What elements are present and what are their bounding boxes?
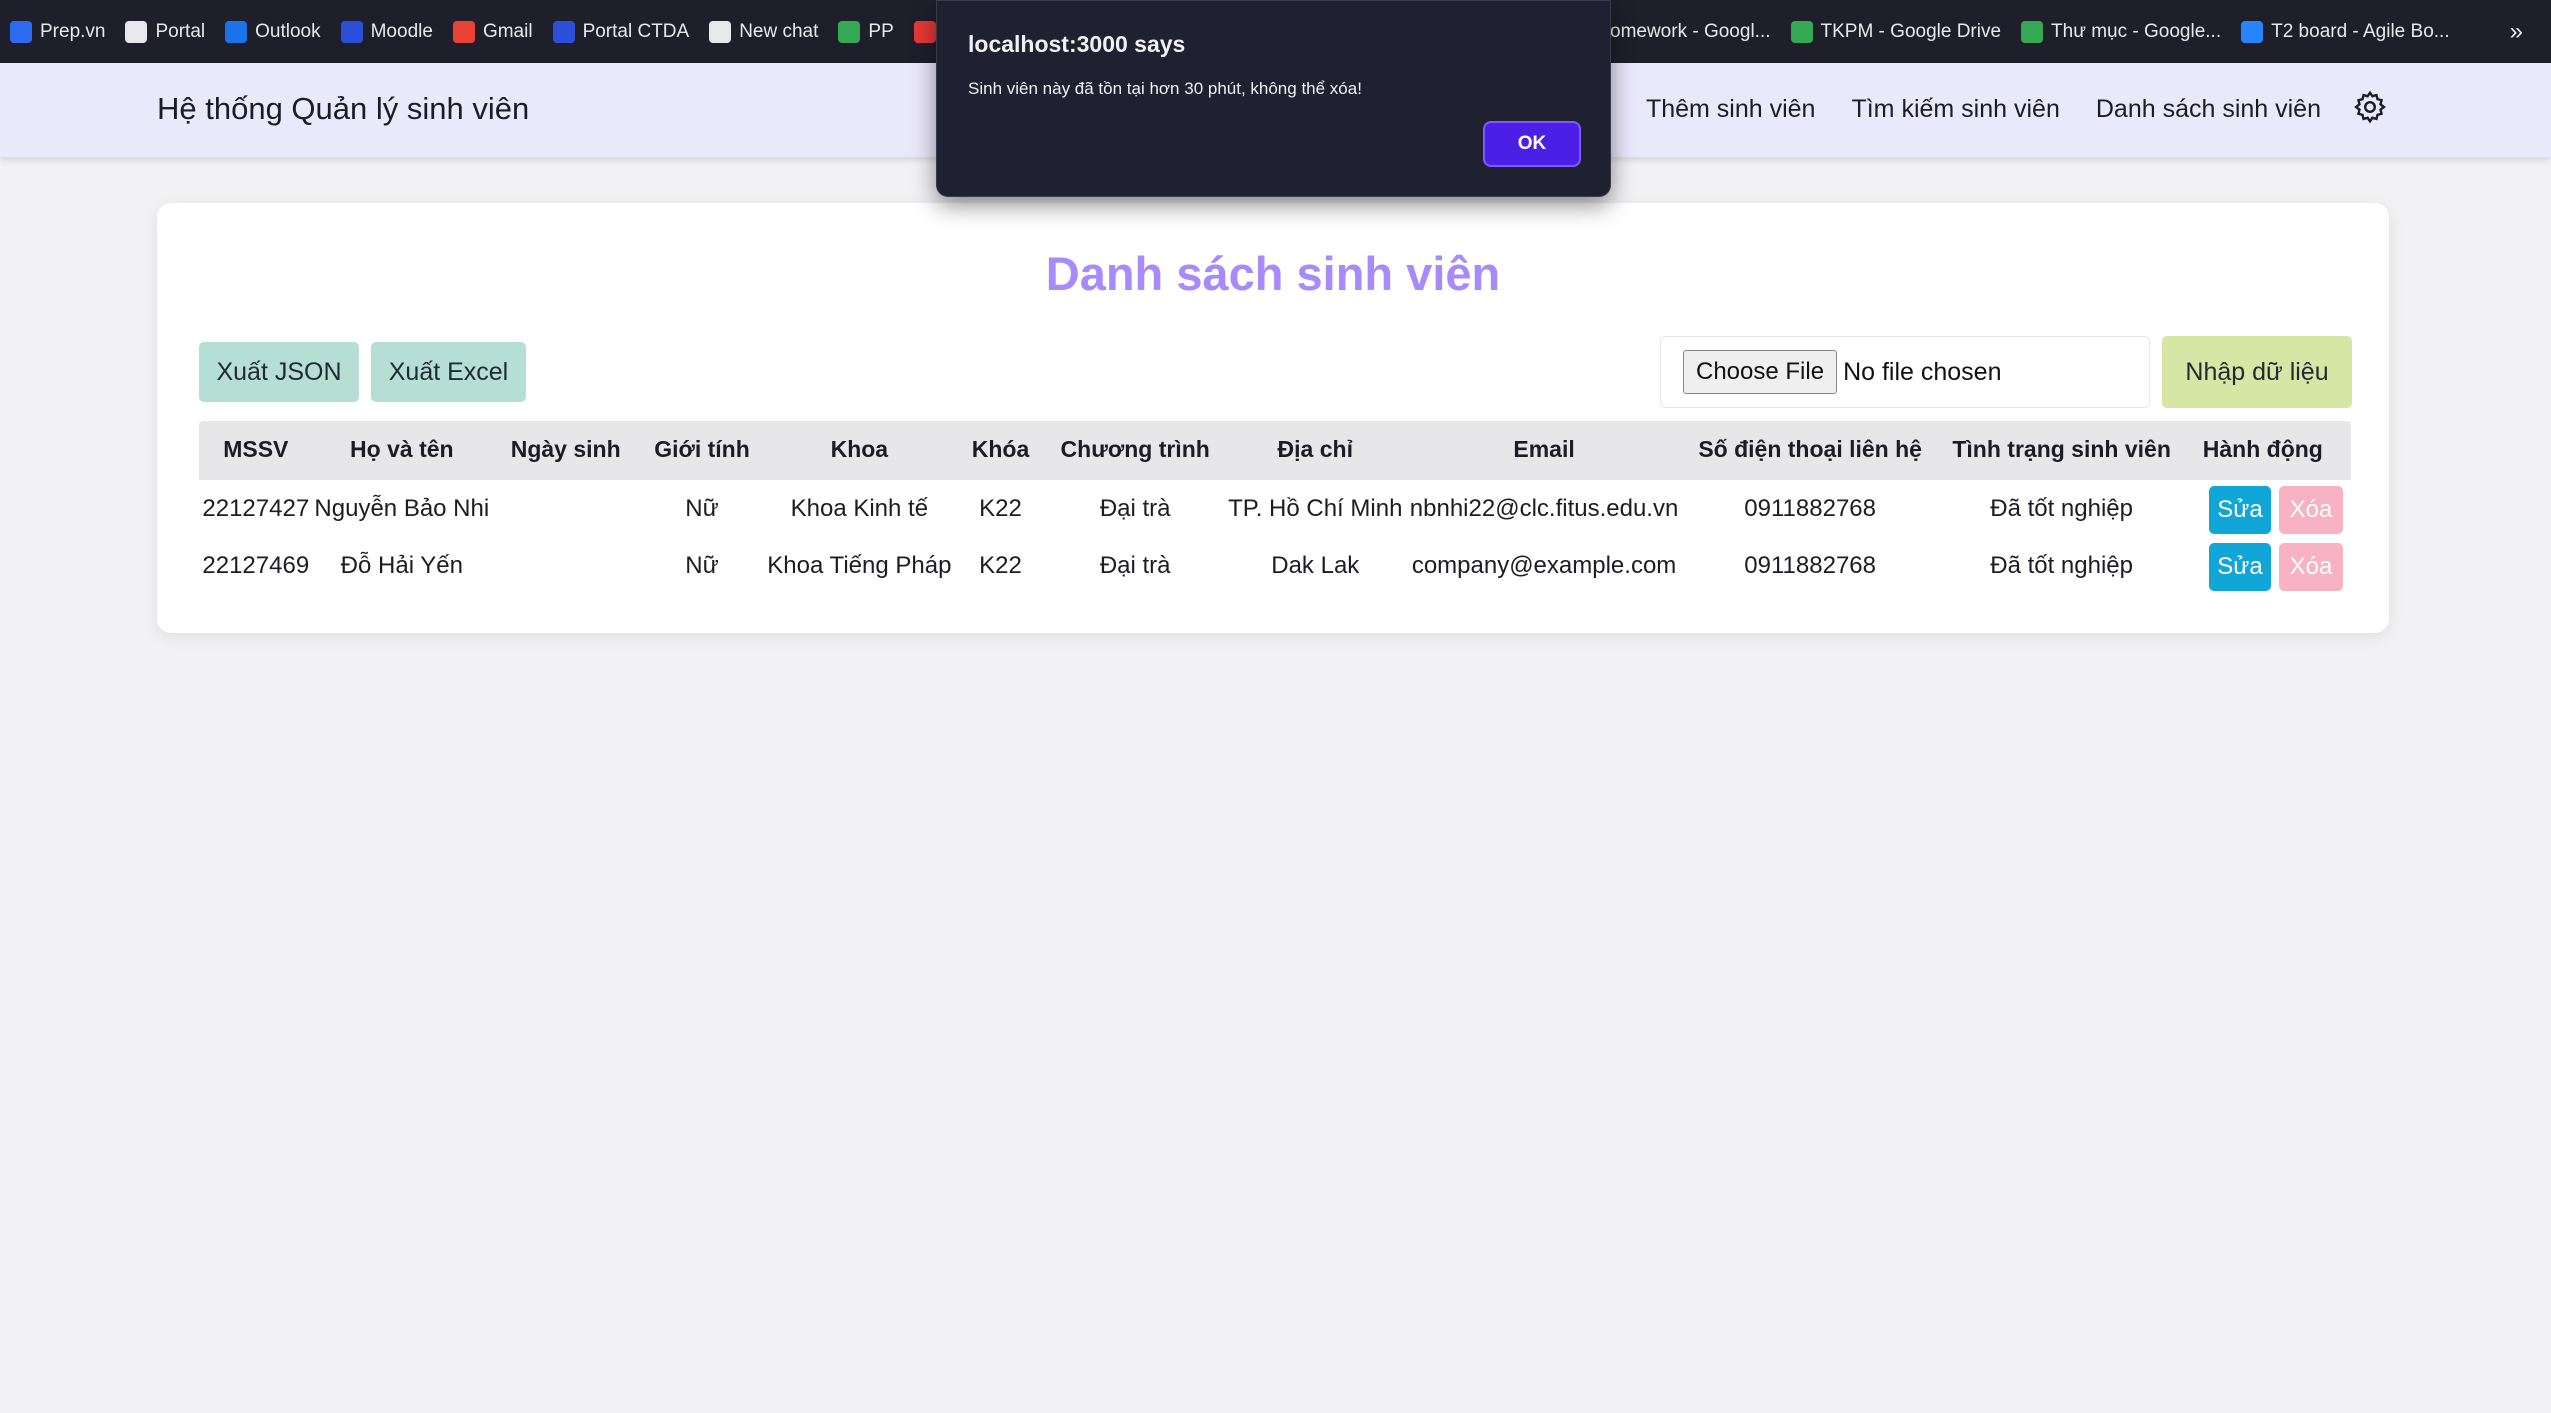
bookmark-label: Portal CTDA xyxy=(582,20,690,42)
column-header: Khoa xyxy=(830,436,889,462)
dialog-ok-button[interactable]: OK xyxy=(1483,121,1581,167)
table-cell: Nguyễn Bảo Nhi xyxy=(314,495,490,522)
table-cell: Nữ xyxy=(685,552,719,579)
file-status: No file chosen xyxy=(1843,357,2002,386)
export-json-button[interactable]: Xuất JSON xyxy=(199,342,359,402)
table-cell: 22127469 xyxy=(202,552,310,579)
table-cell: 0911882768 xyxy=(1744,495,1876,522)
dialog-message: Sinh viên này đã tồn tại hơn 30 phút, kh… xyxy=(968,79,1362,98)
chatgpt-icon xyxy=(709,20,732,43)
table-row: 22127469 Đỗ Hải Yến Nữ Khoa Tiếng Pháp K22 Đạ… xyxy=(199,537,2351,594)
file-input[interactable]: Choose File No file chosen xyxy=(1660,336,2150,408)
bookmark-label: New chat xyxy=(739,20,819,42)
column-header: Họ và tên xyxy=(350,436,454,462)
bookmark-label: T2 board - Agile Bo... xyxy=(2271,20,2450,42)
bookmarks-more-icon[interactable]: » xyxy=(2510,18,2523,46)
alert-dialog: localhost:3000 says Sinh viên này đã tồn… xyxy=(936,0,1611,197)
page-title: Danh sách sinh viên xyxy=(1045,247,1501,300)
bookmark-right-0[interactable]: omework - Googl... xyxy=(1610,21,1771,43)
column-header: Email xyxy=(1513,436,1575,462)
bookmark-1[interactable]: Portal xyxy=(125,20,206,43)
table-row: 22127427 Nguyễn Bảo Nhi Nữ Khoa Kinh tế K22 Đ… xyxy=(199,480,2351,537)
table-cell: Đỗ Hải Yến xyxy=(340,552,463,579)
z-icon xyxy=(913,20,936,43)
table-cell: 0911882768 xyxy=(1744,552,1876,579)
student-list-card: Danh sách sinh viên Xuất JSON Xuất Excel… xyxy=(157,203,2389,633)
bookmark-right-2[interactable]: Thư mục - Google... xyxy=(2021,20,2222,43)
drive-icon xyxy=(1790,20,1813,43)
bookmark-label: Portal xyxy=(155,20,206,42)
bookmark-5[interactable]: Portal CTDA xyxy=(552,20,690,43)
export-excel-button[interactable]: Xuất Excel xyxy=(371,342,526,402)
bookmark-label: Gmail xyxy=(482,20,533,42)
bookmark-2[interactable]: Outlook xyxy=(225,20,321,43)
bookmark-label: TKPM - Google Drive xyxy=(1820,20,2002,42)
bookmark-6[interactable]: New chat xyxy=(709,20,819,43)
bookmark-right-1[interactable]: TKPM - Google Drive xyxy=(1790,20,2002,43)
column-header: Số điện thoại liên hệ xyxy=(1698,436,1922,462)
jira-icon xyxy=(2241,20,2264,43)
edit-button[interactable]: Sửa xyxy=(2209,486,2271,534)
table-cell: nbnhi22@clc.fitus.edu.vn xyxy=(1409,495,1679,522)
outlook-icon xyxy=(225,20,248,43)
dialog-title: localhost:3000 says xyxy=(968,31,1186,57)
bookmark-7[interactable]: PP xyxy=(838,20,894,43)
bookmark-4[interactable]: Gmail xyxy=(452,20,533,43)
delete-button[interactable]: Xóa xyxy=(2279,486,2343,534)
fit-icon xyxy=(340,20,363,43)
table-cell: Nữ xyxy=(685,495,719,522)
bookmark-label: Prep.vn xyxy=(40,20,106,42)
nav-search-student[interactable]: Tìm kiếm sinh viên xyxy=(1851,95,2059,124)
bookmark-right-3[interactable]: T2 board - Agile Bo... xyxy=(2241,20,2450,43)
nav-student-list[interactable]: Danh sách sinh viên xyxy=(2096,95,2321,124)
edit-button[interactable]: Sửa xyxy=(2209,543,2271,591)
app-brand[interactable]: Hệ thống Quản lý sinh viên xyxy=(157,91,529,127)
table-cell: Đã tốt nghiệp xyxy=(1990,495,2134,522)
table-cell: K22 xyxy=(979,495,1022,522)
gear-icon[interactable] xyxy=(2352,89,2388,125)
table-cell: company@example.com xyxy=(1411,552,1677,579)
bookmark-label: Moodle xyxy=(370,20,433,42)
table-cell: Dak Lak xyxy=(1271,552,1360,579)
table-cell: Đại trà xyxy=(1099,552,1171,579)
table-cell: Đã tốt nghiệp xyxy=(1990,552,2134,579)
column-header: Chương trình xyxy=(1060,436,1210,462)
student-table: MSSV Họ và tên Ngày sinh Giới tính Khoa Khóa C… xyxy=(199,421,2351,594)
bookmark-label: PP xyxy=(868,20,894,42)
table-cell: Khoa Kinh tế xyxy=(790,495,929,522)
gmail-icon xyxy=(452,20,475,43)
table-cell: Đại trà xyxy=(1099,495,1171,522)
column-header: MSSV xyxy=(223,436,289,462)
drive-icon xyxy=(2021,20,2044,43)
bookmark-label: omework - Googl... xyxy=(1610,20,1771,42)
nav-links: Thêm sinh viên Tìm kiếm sinh viên Danh s… xyxy=(1646,95,2321,124)
bookmarks-bar-right: omework - Googl... TKPM - Google Drive Thư… xyxy=(1610,0,2470,63)
bookmark-label: Outlook xyxy=(255,20,321,42)
import-data-button[interactable]: Nhập dữ liệu xyxy=(2162,336,2352,408)
drive-icon xyxy=(838,20,861,43)
delete-button[interactable]: Xóa xyxy=(2279,543,2343,591)
table-cell: 22127427 xyxy=(202,495,310,522)
choose-file-button[interactable]: Choose File xyxy=(1683,350,1838,394)
nav-add-student[interactable]: Thêm sinh viên xyxy=(1646,95,1816,124)
bookmark-label: Thư mục - Google... xyxy=(2051,20,2222,42)
bookmark-0[interactable]: Prep.vn xyxy=(10,20,106,43)
table-body: 22127427 Nguyễn Bảo Nhi Nữ Khoa Kinh tế K22 Đ… xyxy=(199,480,2351,594)
bookmark-3[interactable]: Moodle xyxy=(340,20,433,43)
table-header: MSSV Họ và tên Ngày sinh Giới tính Khoa Khóa C… xyxy=(199,421,2351,480)
column-header: Địa chỉ xyxy=(1277,436,1353,462)
column-header: Tình trạng sinh viên xyxy=(1952,436,2171,462)
column-header: Khóa xyxy=(971,436,1030,462)
column-header: Hành động xyxy=(2202,436,2323,462)
column-header: Ngày sinh xyxy=(510,436,621,462)
fit-icon xyxy=(552,20,575,43)
table-cell: Khoa Tiếng Pháp xyxy=(767,552,952,579)
table-cell: TP. Hồ Chí Minh xyxy=(1228,495,1403,522)
portal-icon xyxy=(125,20,148,43)
column-header: Giới tính xyxy=(654,436,750,462)
table-cell: K22 xyxy=(979,552,1022,579)
prep-icon xyxy=(10,20,32,43)
